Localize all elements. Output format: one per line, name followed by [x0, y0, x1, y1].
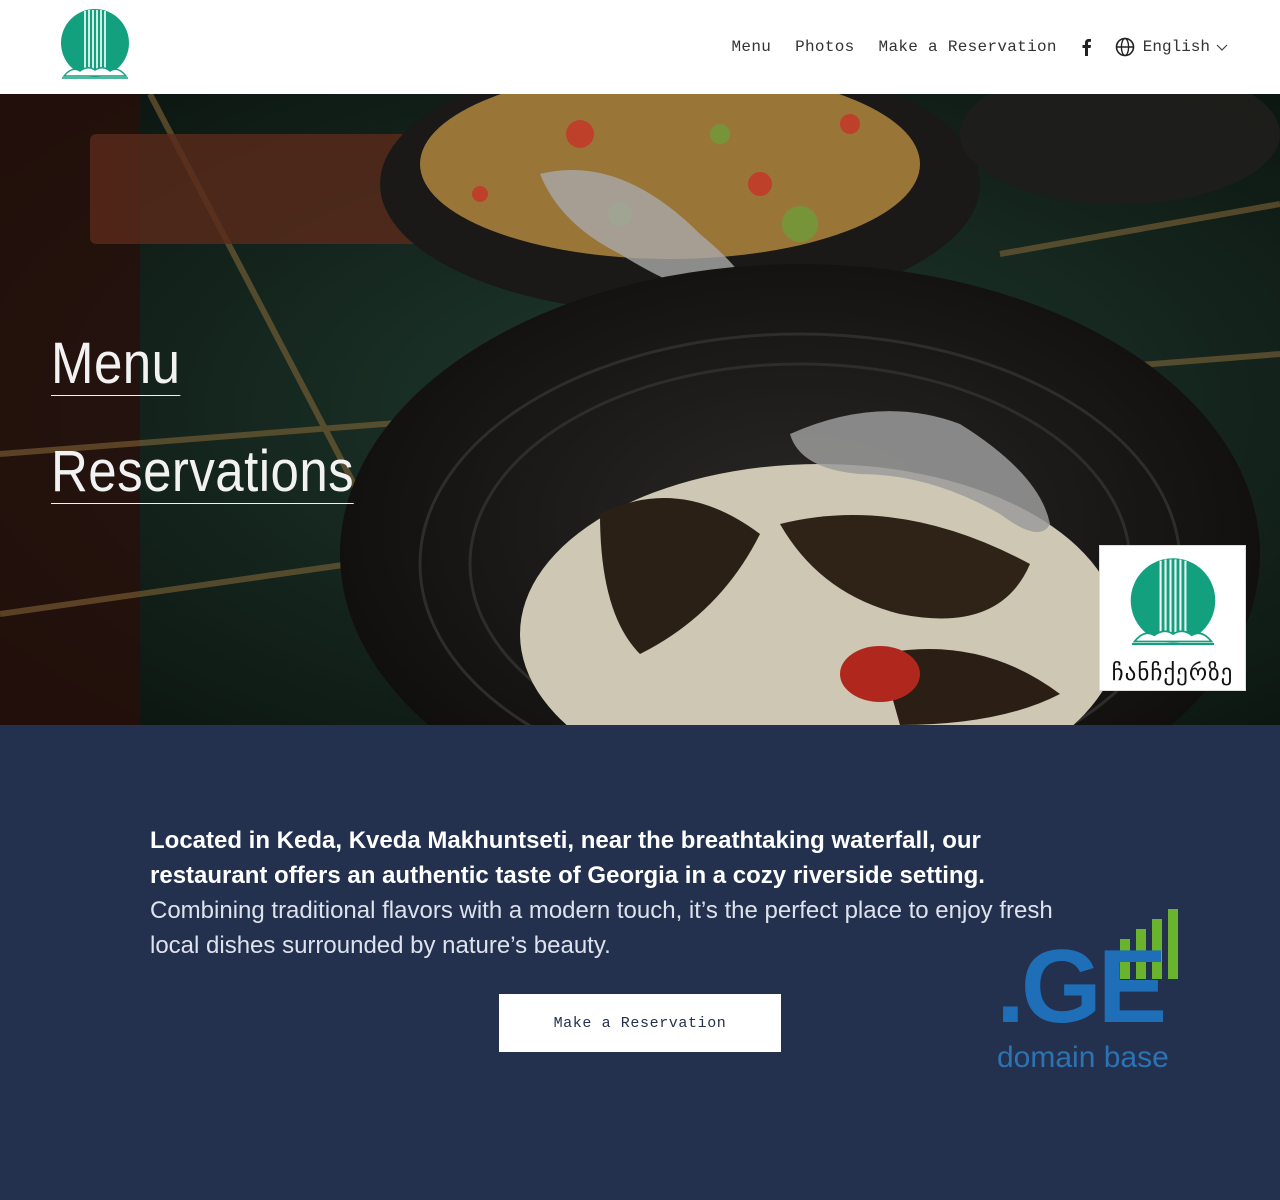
main-nav: Menu Photos Make a Reservation English: [732, 30, 1228, 64]
about-text-bold: Located in Keda, Kveda Makhuntseti, near…: [150, 827, 985, 889]
site-header: Menu Photos Make a Reservation English: [0, 0, 1280, 94]
ge-logo-text: .GE: [996, 929, 1167, 1045]
globe-icon: [1115, 37, 1135, 57]
language-selector[interactable]: English: [1115, 37, 1228, 57]
facebook-icon[interactable]: [1079, 38, 1093, 56]
ge-domain-logo[interactable]: .GE domain base: [990, 905, 1200, 1095]
nav-photos-link[interactable]: Photos: [795, 38, 854, 56]
chevron-down-icon: [1216, 44, 1228, 51]
make-reservation-button[interactable]: Make a Reservation: [499, 994, 781, 1052]
hero-reservations-link[interactable]: Reservations: [51, 441, 355, 504]
domain-base-text: domain base: [997, 1041, 1169, 1074]
nav-menu-link[interactable]: Menu: [732, 38, 772, 56]
about-paragraph: Located in Keda, Kveda Makhuntseti, near…: [150, 823, 1060, 963]
about-section: Located in Keda, Kveda Makhuntseti, near…: [0, 725, 1280, 1200]
waterfall-badge-icon: [1130, 558, 1216, 646]
hero-menu-link[interactable]: Menu: [51, 333, 181, 396]
language-label: English: [1142, 38, 1210, 56]
restaurant-badge: ჩანჩქერზე: [1099, 545, 1246, 691]
hero-banner: Menu Reservations ჩანჩქერზე: [0, 94, 1280, 725]
nav-reservation-link[interactable]: Make a Reservation: [879, 38, 1057, 56]
hero-links: Menu Reservations: [51, 333, 395, 550]
badge-georgian-text: ჩანჩქერზე: [1111, 660, 1234, 686]
about-text-regular: Combining traditional flavors with a mod…: [150, 897, 1053, 959]
waterfall-logo-icon[interactable]: [58, 8, 132, 82]
